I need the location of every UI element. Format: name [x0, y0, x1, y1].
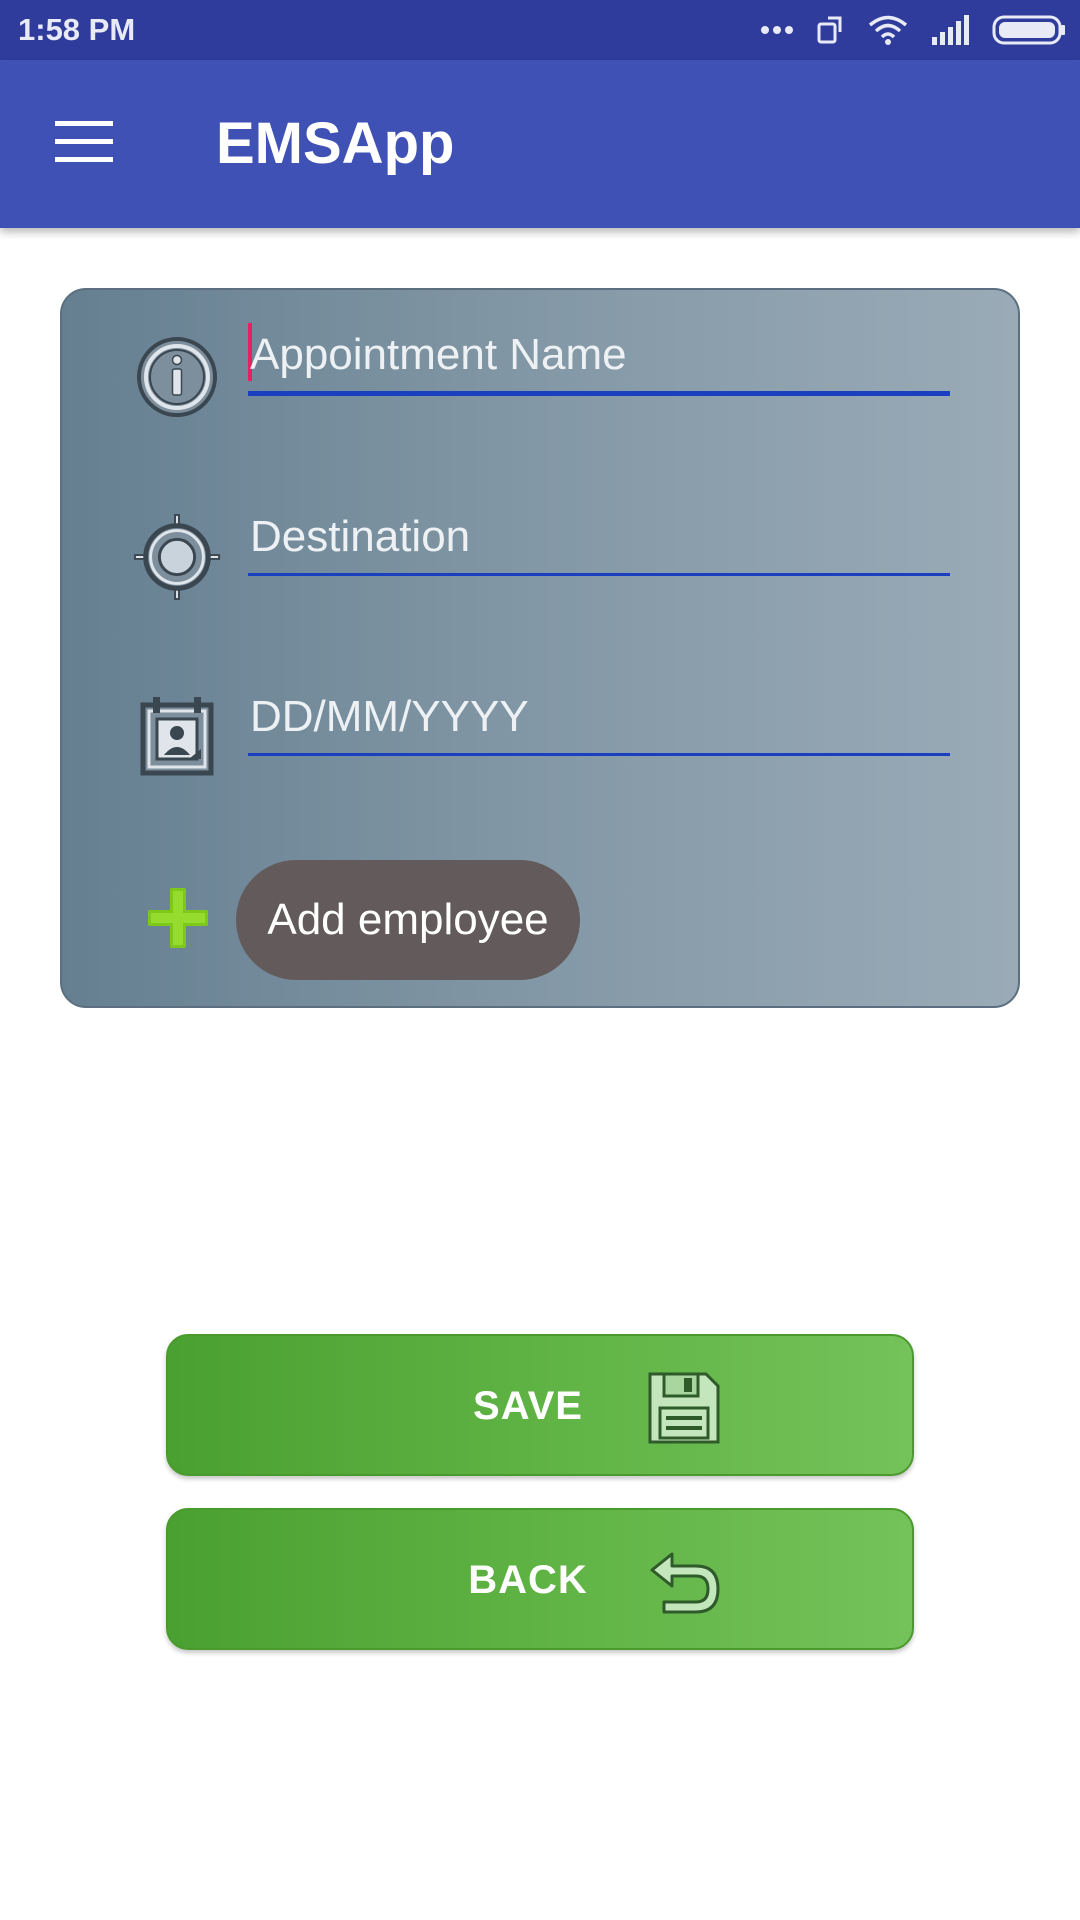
plus-icon — [146, 886, 210, 950]
destination-input[interactable]: Destination — [248, 510, 950, 576]
appointment-form-card: Appointment Name Destination DD/MM/YYYY … — [60, 288, 1020, 1008]
appointment-name-input[interactable]: Appointment Name — [248, 323, 950, 396]
save-button[interactable]: SAVE — [166, 1334, 914, 1476]
floppy-disk-icon — [646, 1370, 722, 1446]
target-icon — [132, 512, 222, 602]
back-button[interactable]: BACK — [166, 1508, 914, 1650]
screen-rotate-icon — [816, 14, 846, 46]
date-input[interactable]: DD/MM/YYYY — [248, 690, 950, 756]
save-button-label: SAVE — [473, 1384, 583, 1428]
destination-placeholder: Destination — [250, 512, 471, 561]
back-button-label: BACK — [468, 1558, 588, 1602]
status-bar: 1:58 PM — [0, 0, 1080, 60]
add-employee-button[interactable]: Add employee — [236, 860, 580, 980]
calendar-icon — [132, 690, 222, 780]
info-icon — [132, 332, 222, 422]
undo-arrow-icon — [646, 1544, 722, 1620]
signal-icon — [930, 15, 970, 45]
appointment-name-placeholder: Appointment Name — [250, 330, 627, 379]
more-dots-icon — [760, 24, 794, 36]
hamburger-menu-icon — [55, 120, 113, 168]
app-bar: EMSApp — [0, 60, 1080, 228]
wifi-icon — [868, 14, 908, 46]
status-icons — [760, 10, 1066, 50]
menu-button[interactable] — [40, 108, 128, 180]
app-title: EMSApp — [216, 111, 455, 176]
battery-icon — [992, 14, 1066, 46]
status-time: 1:58 PM — [18, 12, 136, 47]
date-placeholder: DD/MM/YYYY — [250, 692, 529, 741]
